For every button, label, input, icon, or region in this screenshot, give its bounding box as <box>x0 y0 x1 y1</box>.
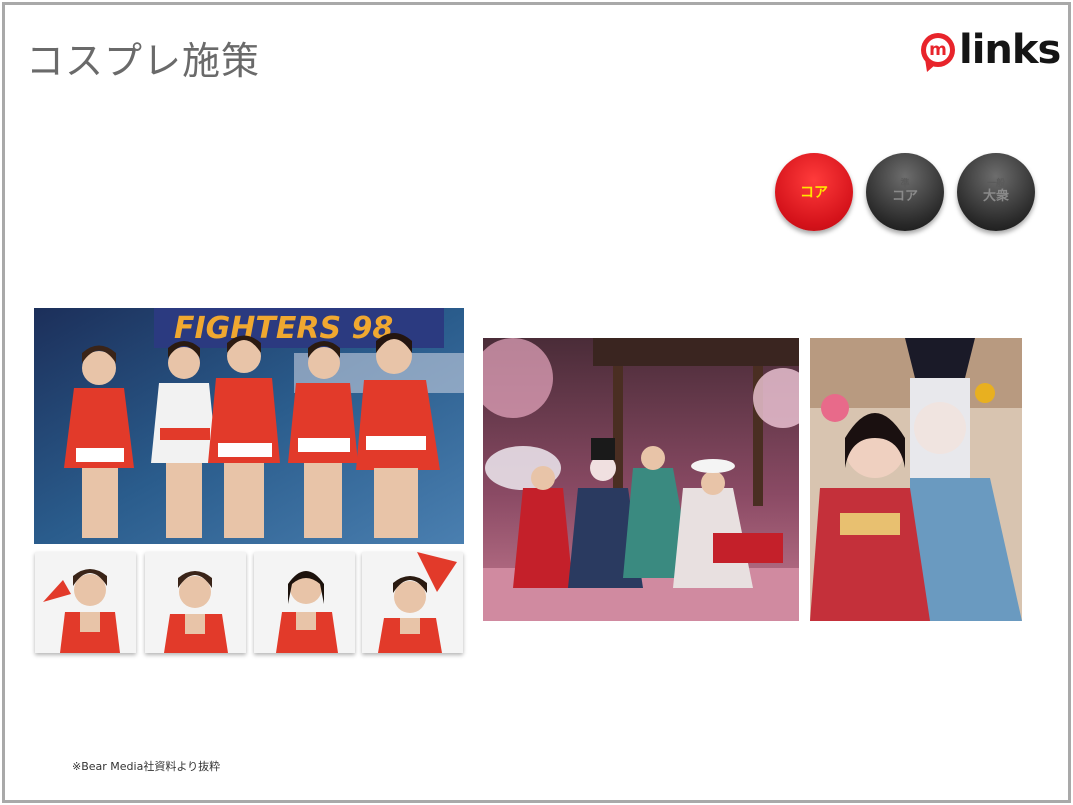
group-cosplay-stage-photo: FIGHTERS 98 <box>34 308 464 544</box>
badge-mass-label: 大衆 <box>982 189 1009 204</box>
cosplayer-thumb-4 <box>362 552 463 653</box>
badge-core: コア <box>775 153 853 231</box>
cosplayer-thumb-3 <box>254 552 355 653</box>
cosplayer-thumb-2 <box>145 552 246 653</box>
kimono-cosplay-pair-photo <box>810 338 1022 621</box>
source-footnote: ※Bear Media社資料より抜粋 <box>72 760 221 773</box>
svg-text:FIGHTERS 98: FIGHTERS 98 <box>174 311 393 346</box>
badge-semi-core: 準 コア <box>866 153 944 231</box>
kimono-cosplay-group-photo <box>483 338 799 621</box>
badge-semi-core-sub: 準 <box>900 179 910 189</box>
logo-mark-letter: m <box>926 38 950 62</box>
links-logo: m links <box>921 27 1061 73</box>
badge-mass-sub: 一般 <box>986 179 1005 189</box>
badge-mass: 一般 大衆 <box>957 153 1035 231</box>
logo-text: links <box>959 27 1061 73</box>
slide-title: コスプレ施策 <box>26 39 261 83</box>
badge-semi-core-label: コア <box>891 189 918 204</box>
speech-bubble-m-icon: m <box>921 33 955 67</box>
badge-core-label: コア <box>800 185 828 201</box>
cosplayer-thumb-1 <box>35 552 136 653</box>
